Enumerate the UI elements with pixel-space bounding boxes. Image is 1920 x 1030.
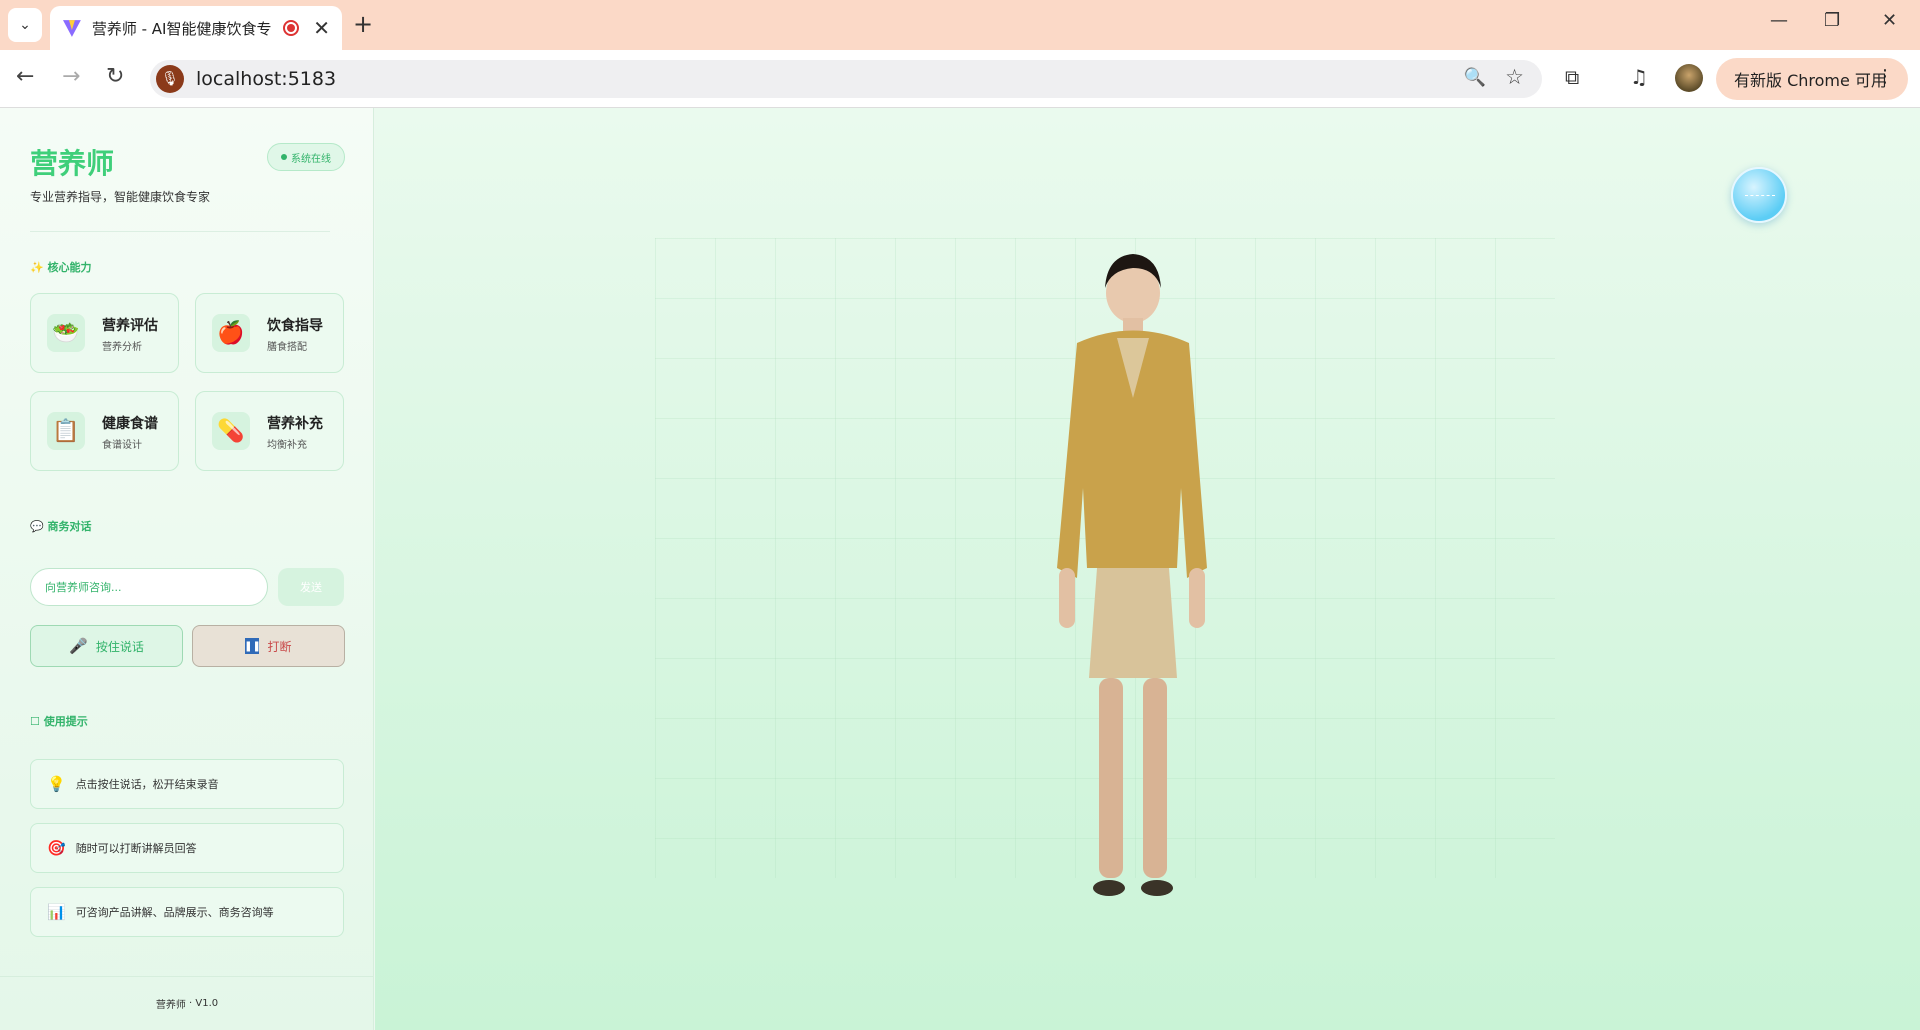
microphone-icon: 🎤 [69,637,88,655]
reload-icon[interactable]: ↻ [106,64,124,89]
tip-item: 🎯 随时可以打断讲解员回答 [30,823,344,873]
target-icon: 🎯 [47,839,66,857]
extensions-icon[interactable]: ⧉ [1565,65,1579,89]
more-menu-icon[interactable]: ⋮ [1876,66,1894,87]
status-badge: 系统在线 [267,143,345,171]
zoom-icon[interactable]: 🔍 [1464,67,1486,88]
tagline: 专业营养指导，智能健康饮食专家 [30,190,211,204]
new-tab-button[interactable]: + [353,10,373,38]
brand-title: 营养师 [30,147,115,180]
chat-input[interactable]: 向营养师咨询... [30,568,268,606]
browser-tab-strip: ⌄ 营养师 - AI智能健康饮食专 ✕ + — ❐ ✕ [0,0,1920,50]
capability-card-assessment[interactable]: 🥗 营养评估 营养分析 [30,293,179,373]
forward-icon[interactable]: → [62,64,80,89]
tip-item: 📊 可咨询产品讲解、品牌展示、商务咨询等 [30,887,344,937]
media-control-icon[interactable]: ♫ [1630,65,1648,89]
salad-icon: 🥗 [47,314,85,352]
push-to-talk-button[interactable]: 🎤 按住说话 [30,625,183,667]
card-title: 营养评估 [102,318,158,334]
address-bar[interactable]: 🎙 localhost:5183 🔍 ☆ [150,60,1542,98]
tip-item: 💡 点击按住说话，松开结束录音 [30,759,344,809]
vite-favicon-icon [62,20,81,37]
clipboard-icon: 📋 [47,412,85,450]
interrupt-button[interactable]: ❚❚ 打断 [192,625,345,667]
site-mic-icon[interactable]: 🎙 [156,65,184,93]
card-subtitle: 营养分析 [102,342,142,353]
digital-human-avatar [1057,254,1207,896]
apple-icon: 🍎 [212,314,250,352]
pause-icon: ❚❚ [244,638,261,654]
card-subtitle: 膳食搭配 [267,342,307,353]
capability-card-diet[interactable]: 🍎 饮食指导 膳食搭配 [195,293,344,373]
tab-search-chevron-icon[interactable]: ⌄ [8,8,42,42]
profile-avatar[interactable] [1675,64,1703,92]
back-icon[interactable]: ← [16,64,34,89]
divider [30,231,330,232]
send-button[interactable]: 发送 [278,568,344,606]
card-subtitle: 食谱设计 [102,440,142,451]
card-title: 饮食指导 [267,318,323,334]
recording-icon [283,20,300,36]
close-tab-icon[interactable]: ✕ [313,16,330,40]
card-title: 健康食谱 [102,416,158,432]
avatar-stage [375,108,1920,1030]
minimize-icon[interactable]: — [1770,10,1788,31]
chat-heading: 💬 商务对话 [30,520,92,533]
chart-icon: 📊 [47,903,66,921]
bookmark-star-icon[interactable]: ☆ [1505,65,1524,89]
capabilities-heading: ✨ 核心能力 [30,261,92,274]
chrome-update-button[interactable]: 有新版 Chrome 可用 ⋮ [1716,58,1908,100]
pill-icon: 💊 [212,412,250,450]
card-subtitle: 均衡补充 [267,440,307,451]
browser-tab[interactable]: 营养师 - AI智能健康饮食专 ✕ [50,6,342,50]
restore-icon[interactable]: ❐ [1824,10,1840,31]
url-text: localhost:5183 [196,68,337,90]
browser-toolbar: ← → ↻ 🎙 localhost:5183 🔍 ☆ ⧉ ♫ 有新版 Chrom… [0,50,1920,108]
sidebar: 营养师 系统在线 专业营养指导，智能健康饮食专家 ✨ 核心能力 🥗 营养评估 营… [0,108,374,1030]
tips-heading: ☐ 使用提示 [30,715,88,728]
update-label: 有新版 Chrome 可用 [1734,71,1887,90]
capability-card-supplement[interactable]: 💊 营养补充 均衡补充 [195,391,344,471]
lightbulb-icon: 💡 [47,775,66,793]
status-dot-icon [281,154,287,160]
card-title: 营养补充 [267,416,323,432]
voice-orb-icon[interactable] [1731,167,1787,223]
close-window-icon[interactable]: ✕ [1882,10,1897,31]
tab-title: 营养师 - AI智能健康饮食专 [91,19,272,38]
sidebar-footer: 营养师 · V1.0 [0,976,374,1030]
capability-card-recipe[interactable]: 📋 健康食谱 食谱设计 [30,391,179,471]
